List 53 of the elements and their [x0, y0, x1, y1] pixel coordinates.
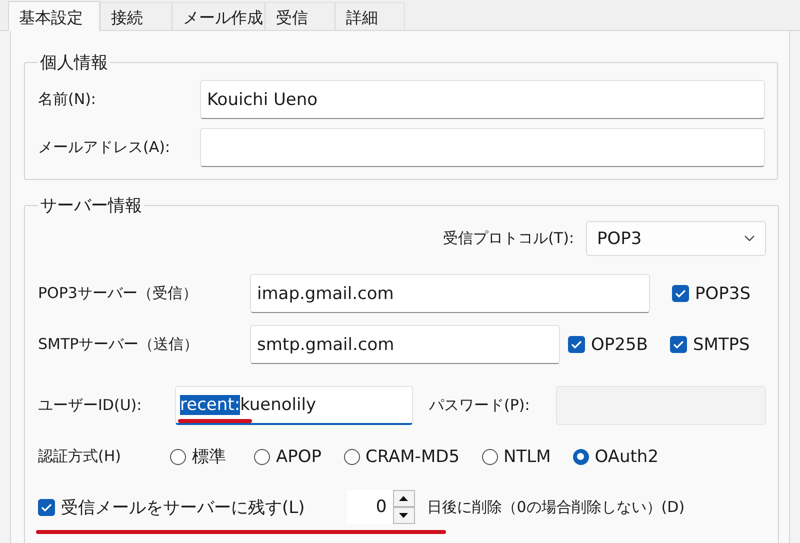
checkbox-option[interactable]: OP25B: [568, 334, 648, 354]
field-label: メールアドレス(A):: [38, 138, 172, 157]
spinner-value: 0: [374, 497, 388, 517]
field-label: POP3サーバー（受信）: [38, 284, 198, 303]
radio-option[interactable]: OAuth2: [572, 446, 659, 466]
radio-button[interactable]: [344, 448, 360, 464]
checkmark-icon: [675, 289, 686, 298]
checkbox[interactable]: [38, 498, 55, 516]
checkmark-icon: [672, 340, 684, 349]
radio-button[interactable]: [482, 448, 498, 464]
tab[interactable]: 詳細: [335, 2, 405, 30]
checkbox[interactable]: [672, 285, 689, 302]
spin-down-button[interactable]: [392, 507, 415, 524]
triangle-down-icon: [399, 513, 408, 518]
tab[interactable]: 接続: [100, 2, 172, 30]
checkbox[interactable]: [568, 336, 585, 353]
tab[interactable]: 基本設定: [8, 1, 100, 31]
field-label: 認証方式(H): [38, 447, 122, 466]
group-title: サーバー情報: [39, 195, 143, 217]
checkbox-option[interactable]: SMTPS: [670, 334, 750, 354]
chevron-down-icon: [744, 235, 755, 242]
field-label: パスワード(P):: [429, 396, 531, 415]
checkmark-icon: [571, 340, 582, 349]
field-label: ユーザーID(U):: [38, 396, 143, 415]
triangle-up-icon: [399, 496, 408, 501]
tab[interactable]: 受信: [265, 2, 335, 30]
checkbox-option[interactable]: POP3S: [672, 284, 750, 304]
radio-button[interactable]: [572, 448, 589, 464]
text-field[interactable]: [200, 128, 765, 167]
checkbox-option[interactable]: 受信メールをサーバーに残す(L): [38, 496, 305, 518]
radio-option[interactable]: NTLM: [482, 446, 551, 466]
radio-option[interactable]: CRAM-MD5: [344, 446, 460, 466]
radio-option[interactable]: 標準: [170, 445, 226, 468]
radio-button[interactable]: [254, 448, 270, 464]
tab[interactable]: メール作成: [172, 2, 265, 30]
checkbox[interactable]: [670, 336, 687, 353]
text-field[interactable]: smtp.gmail.com: [250, 325, 560, 364]
user-id-field[interactable]: recent:kuenolily: [175, 386, 413, 425]
spin-up-button[interactable]: [392, 490, 415, 507]
field-value: kuenolily: [240, 395, 316, 415]
checkmark-icon: [41, 502, 52, 512]
selected-text: recent:: [180, 395, 240, 415]
text-field[interactable]: Kouichi Ueno: [200, 80, 765, 119]
text-field[interactable]: imap.gmail.com: [250, 274, 650, 313]
radio-button[interactable]: [170, 448, 186, 464]
radio-option[interactable]: APOP: [254, 446, 322, 466]
field-label: 名前(N):: [38, 90, 97, 109]
field-label: SMTPサーバー（送信）: [38, 335, 200, 354]
field-label: 受信プロトコル(T):: [443, 229, 574, 248]
field-label: 日後に削除（0の場合削除しない）(D): [426, 498, 685, 516]
number-spinner[interactable]: 0: [346, 490, 415, 524]
group-title: 個人情報: [39, 52, 109, 74]
protocol-dropdown[interactable]: POP3: [586, 221, 766, 256]
